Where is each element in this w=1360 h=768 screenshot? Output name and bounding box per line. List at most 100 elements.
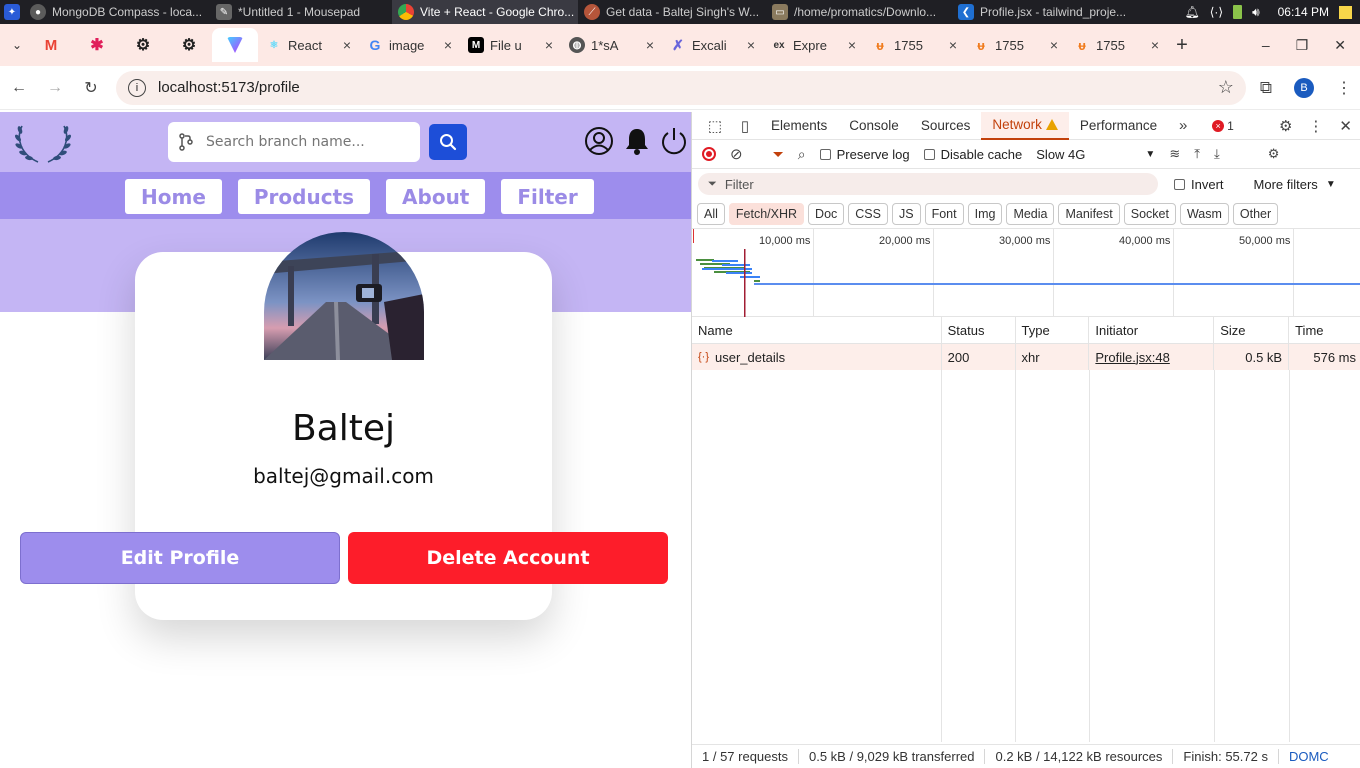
pinned-tab-slack[interactable]: ✱ bbox=[74, 28, 120, 62]
close-icon[interactable]: × bbox=[1151, 37, 1159, 53]
settings-gear-icon[interactable]: ⚙ bbox=[1279, 117, 1292, 135]
bookmark-star-icon[interactable]: ☆ bbox=[1218, 77, 1234, 98]
site-info-icon[interactable]: i bbox=[128, 78, 146, 97]
tab-search-chevron-icon[interactable]: ⌄ bbox=[6, 38, 28, 52]
type-doc[interactable]: Doc bbox=[808, 202, 845, 225]
user-profile-icon[interactable] bbox=[584, 126, 614, 156]
taskbar-window-mongodb[interactable]: ● MongoDB Compass - loca... bbox=[24, 0, 210, 24]
throttling-select[interactable]: Slow 4G ▼ bbox=[1036, 147, 1155, 162]
type-wasm[interactable]: Wasm bbox=[1179, 202, 1229, 225]
notes-icon[interactable] bbox=[1339, 5, 1352, 19]
type-fetch-xhr[interactable]: Fetch/XHR bbox=[728, 202, 805, 225]
type-css[interactable]: CSS bbox=[848, 202, 888, 225]
pinned-tab-chatgpt-2[interactable]: ⚙ bbox=[166, 28, 212, 62]
nav-filter[interactable]: Filter bbox=[501, 179, 594, 214]
filter-funnel-icon[interactable]: ⏷ bbox=[773, 146, 784, 163]
back-arrow-icon[interactable]: ← bbox=[8, 79, 30, 97]
close-devtools-icon[interactable]: ✕ bbox=[1339, 117, 1352, 135]
address-bar[interactable]: i localhost:5173/profile ☆ bbox=[116, 70, 1246, 105]
laurel-logo-icon[interactable] bbox=[14, 118, 72, 166]
restore-icon[interactable]: ❐ bbox=[1296, 37, 1309, 54]
volume-icon[interactable]: 🔊︎ bbox=[1252, 5, 1260, 20]
close-icon[interactable]: × bbox=[545, 37, 553, 53]
close-icon[interactable]: × bbox=[646, 37, 654, 53]
download-har-icon[interactable]: ⤓ bbox=[1214, 146, 1220, 162]
close-icon[interactable]: × bbox=[343, 37, 351, 53]
pinned-tab-gmail[interactable]: M bbox=[28, 28, 74, 62]
network-conditions-icon[interactable]: ≋ bbox=[1169, 146, 1180, 162]
reload-icon[interactable]: ↻ bbox=[80, 78, 102, 98]
type-img[interactable]: Img bbox=[967, 202, 1003, 225]
column-initiator[interactable]: Initiator bbox=[1089, 317, 1215, 343]
delete-account-button[interactable]: Delete Account bbox=[348, 532, 668, 584]
tab-image-file[interactable]: ◍ 1*sA × bbox=[561, 28, 662, 62]
more-filters-dropdown[interactable]: More filters ▼ bbox=[1254, 177, 1336, 192]
type-media[interactable]: Media bbox=[1006, 202, 1055, 225]
filter-input[interactable]: ⏷ Filter bbox=[698, 173, 1158, 195]
column-time[interactable]: Time bbox=[1289, 317, 1360, 343]
column-name[interactable]: Name bbox=[692, 317, 942, 343]
type-manifest[interactable]: Manifest bbox=[1058, 202, 1120, 225]
extensions-puzzle-icon[interactable]: ⧉ bbox=[1260, 78, 1272, 98]
record-icon[interactable] bbox=[702, 147, 716, 161]
upload-har-icon[interactable]: ⤒ bbox=[1194, 146, 1200, 162]
power-logout-icon[interactable] bbox=[660, 126, 688, 156]
clock[interactable]: 06:14 PM bbox=[1278, 5, 1329, 19]
branch-search-input[interactable] bbox=[206, 134, 406, 150]
network-icon[interactable]: ⟨·⟩ bbox=[1210, 5, 1223, 19]
close-icon[interactable]: × bbox=[747, 37, 755, 53]
request-name[interactable]: user_details bbox=[715, 350, 785, 365]
battery-icon[interactable] bbox=[1233, 5, 1243, 19]
new-tab-button[interactable]: + bbox=[1167, 34, 1197, 57]
kebab-menu-icon[interactable]: ⋮ bbox=[1336, 78, 1352, 98]
nav-about[interactable]: About bbox=[386, 179, 486, 214]
inspect-element-icon[interactable]: ⬚ bbox=[700, 117, 730, 135]
tab-react[interactable]: ⚛ React × bbox=[258, 28, 359, 62]
taskbar-window-vscode[interactable]: ❮ Profile.jsx - tailwind_proje... bbox=[952, 0, 1138, 24]
column-type[interactable]: Type bbox=[1016, 317, 1090, 343]
preserve-log-checkbox[interactable]: Preserve log bbox=[819, 147, 910, 162]
profile-avatar[interactable]: B bbox=[1294, 77, 1314, 98]
column-status[interactable]: Status bbox=[942, 317, 1016, 343]
url-text[interactable]: localhost:5173/profile bbox=[158, 79, 300, 96]
taskbar-window-chrome[interactable]: Vite + React - Google Chro... bbox=[392, 0, 578, 24]
tab-google-images[interactable]: G image × bbox=[359, 28, 460, 62]
minimize-icon[interactable]: – bbox=[1262, 37, 1270, 54]
tab-performance[interactable]: Performance bbox=[1069, 112, 1168, 140]
disable-cache-checkbox[interactable]: Disable cache bbox=[923, 147, 1022, 162]
tab-upwork-1[interactable]: ᵾ 1755 × bbox=[864, 28, 965, 62]
app-menu-button[interactable]: ✦ bbox=[0, 0, 24, 24]
forward-arrow-icon[interactable]: → bbox=[44, 79, 66, 97]
invert-checkbox[interactable]: Invert bbox=[1174, 177, 1224, 192]
taskbar-window-mousepad[interactable]: ✎ *Untitled 1 - Mousepad bbox=[210, 0, 392, 24]
tab-vite-active[interactable] bbox=[212, 28, 258, 62]
kebab-menu-icon[interactable]: ⋮ bbox=[1308, 117, 1323, 135]
type-font[interactable]: Font bbox=[924, 202, 964, 225]
tab-sources[interactable]: Sources bbox=[910, 112, 982, 140]
cell-initiator-link[interactable]: Profile.jsx:48 bbox=[1089, 344, 1215, 370]
edit-profile-button[interactable]: Edit Profile bbox=[20, 532, 340, 584]
network-overview-timeline[interactable]: 10,000 ms 20,000 ms 30,000 ms 40,000 ms … bbox=[692, 229, 1360, 317]
table-row[interactable]: {·} user_details 200 xhr Profile.jsx:48 … bbox=[692, 344, 1360, 370]
tab-upwork-2[interactable]: ᵾ 1755 × bbox=[965, 28, 1066, 62]
device-toolbar-icon[interactable]: ▯ bbox=[730, 117, 760, 135]
tab-excalidraw[interactable]: ✗ Excali × bbox=[662, 28, 763, 62]
type-all[interactable]: All bbox=[697, 202, 725, 225]
tab-network[interactable]: Network bbox=[981, 112, 1069, 140]
clear-icon[interactable]: ⊘ bbox=[730, 145, 743, 163]
taskbar-window-files[interactable]: ▭ /home/promatics/Downlo... bbox=[766, 0, 952, 24]
type-other[interactable]: Other bbox=[1232, 202, 1279, 225]
close-icon[interactable]: × bbox=[444, 37, 452, 53]
tab-console[interactable]: Console bbox=[838, 112, 910, 140]
tab-upwork-3[interactable]: ᵾ 1755 × bbox=[1066, 28, 1167, 62]
taskbar-window-postman[interactable]: ⟋ Get data - Baltej Singh's W... bbox=[578, 0, 766, 24]
pinned-tab-chatgpt-1[interactable]: ⚙ bbox=[120, 28, 166, 62]
more-tabs-chevron-icon[interactable]: » bbox=[1168, 117, 1198, 134]
notification-bell-icon[interactable]: 🔔︎ bbox=[1184, 5, 1199, 19]
close-icon[interactable]: × bbox=[1050, 37, 1058, 53]
error-count-badge[interactable]: × 1 bbox=[1212, 119, 1234, 133]
nav-products[interactable]: Products bbox=[237, 179, 371, 214]
close-window-icon[interactable]: ✕ bbox=[1334, 37, 1346, 54]
notification-bell-icon[interactable] bbox=[624, 126, 650, 156]
type-socket[interactable]: Socket bbox=[1123, 202, 1176, 225]
